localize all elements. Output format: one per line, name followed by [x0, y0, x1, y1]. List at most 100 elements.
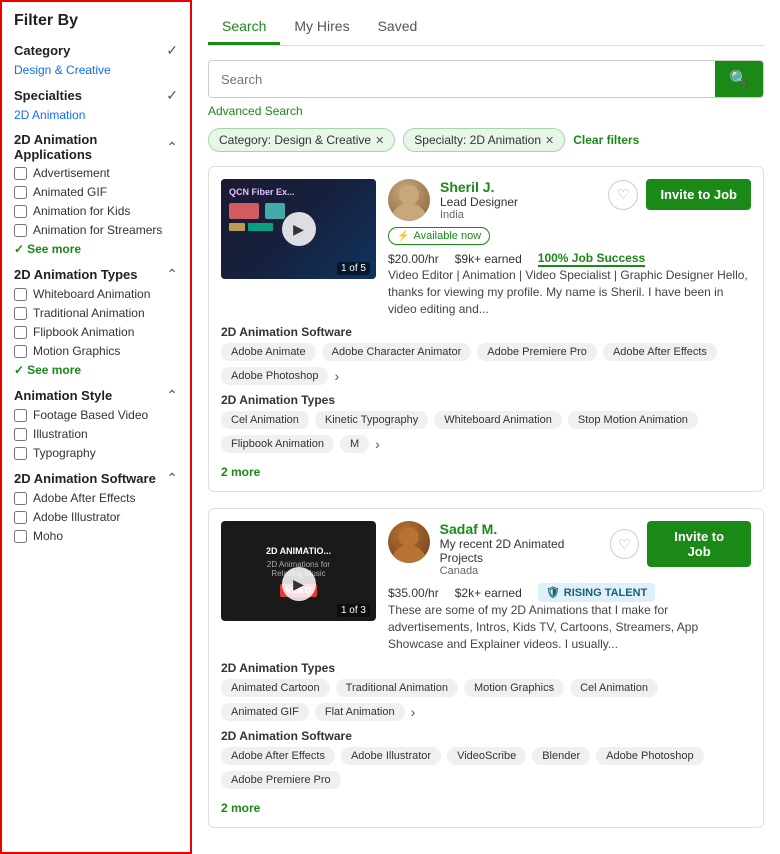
tag-after-effects-s: Adobe After Effects [221, 747, 335, 765]
category-header[interactable]: Category ✓ [14, 42, 178, 59]
checkbox-whiteboard[interactable]: Whiteboard Animation [14, 287, 178, 301]
card-video-sadaf[interactable]: 2D ANIMATIO... 2D Animations forRelaxing… [221, 521, 376, 621]
tab-saved[interactable]: Saved [364, 10, 432, 45]
stats-row-sadaf: $35.00/hr $2k+ earned 🛡 RISING TALENT [388, 583, 751, 602]
card-video-sheril[interactable]: QCN Fiber Ex... ▶ 1 of 5 [221, 179, 376, 279]
tag-flat-animation: Flat Animation [315, 703, 405, 721]
after-effects-checkbox[interactable] [14, 492, 27, 505]
clear-filters-link[interactable]: Clear filters [573, 133, 639, 147]
tag-motion-graphics: Motion Graphics [464, 679, 564, 697]
applications-see-more[interactable]: See more [14, 242, 178, 256]
animation-kids-checkbox[interactable] [14, 205, 27, 218]
tag-videoscribe: VideoScribe [447, 747, 526, 765]
search-input[interactable] [209, 61, 715, 97]
motion-graphics-checkbox[interactable] [14, 345, 27, 358]
tab-search[interactable]: Search [208, 10, 280, 45]
invite-button-sadaf[interactable]: Invite to Job [647, 521, 751, 567]
card-info-sadaf: Sadaf M. My recent 2D Animated Projects … [388, 521, 751, 652]
avatar-sadaf [388, 521, 430, 563]
advertisement-checkbox[interactable] [14, 167, 27, 180]
pill-label: Category: Design & Creative [219, 133, 371, 147]
animation-streamers-checkbox[interactable] [14, 224, 27, 237]
freelancer-title-sadaf: My recent 2D Animated Projects [440, 537, 610, 565]
types-tags-sheril: Cel Animation Kinetic Typography Whitebo… [221, 411, 751, 453]
chevron-up-icon: ⌃ [166, 470, 178, 487]
chevron-up-icon: ⌃ [166, 387, 178, 404]
remove-pill-category[interactable]: ✕ [375, 134, 384, 147]
tag-illustrator-s: Adobe Illustrator [341, 747, 441, 765]
earned-sheril: $9k+ earned [455, 252, 522, 266]
whiteboard-checkbox[interactable] [14, 288, 27, 301]
video-text-sadaf: 2D ANIMATIO... [266, 546, 331, 556]
animated-gif-checkbox[interactable] [14, 186, 27, 199]
card-info-top-sadaf: Sadaf M. My recent 2D Animated Projects … [388, 521, 751, 577]
avatar-sheril [388, 179, 430, 221]
more-types-arrow-sadaf[interactable]: › [411, 704, 416, 720]
applications-section: 2D Animation Applications ⌃ Advertisemen… [14, 132, 178, 256]
applications-header[interactable]: 2D Animation Applications ⌃ [14, 132, 178, 162]
software-label-sadaf: 2D Animation Software [221, 729, 751, 743]
rising-talent-badge: 🛡 RISING TALENT [538, 583, 655, 602]
tag-stop-motion: Stop Motion Animation [568, 411, 698, 429]
tag-traditional-animation: Traditional Animation [336, 679, 458, 697]
remove-pill-specialty[interactable]: ✕ [545, 134, 554, 147]
typography-checkbox[interactable] [14, 447, 27, 460]
style-header[interactable]: Animation Style ⌃ [14, 387, 178, 404]
checkbox-illustration[interactable]: Illustration [14, 427, 178, 441]
freelancer-name-sheril[interactable]: Sheril J. [440, 179, 518, 195]
advanced-search-link[interactable]: Advanced Search [208, 104, 764, 118]
checkbox-motion-graphics[interactable]: Motion Graphics [14, 344, 178, 358]
card-top-sadaf: 2D ANIMATIO... 2D Animations forRelaxing… [221, 521, 751, 652]
types-label-sheril: 2D Animation Types [221, 393, 751, 407]
available-badge-sheril: Available now [388, 227, 490, 245]
checkbox-typography[interactable]: Typography [14, 446, 178, 460]
filter-pill-specialty[interactable]: Specialty: 2D Animation ✕ [403, 128, 565, 152]
checkbox-traditional[interactable]: Traditional Animation [14, 306, 178, 320]
search-button[interactable]: 🔍 [715, 61, 763, 97]
tag-premiere-pro-s: Adobe Premiere Pro [221, 771, 341, 789]
more-count-sheril[interactable]: 2 more [221, 465, 751, 479]
specialties-section: Specialties ✓ 2D Animation [14, 87, 178, 122]
category-section: Category ✓ Design & Creative [14, 42, 178, 77]
freelancer-location-sadaf: Canada [440, 565, 610, 577]
checkbox-moho[interactable]: Moho [14, 529, 178, 543]
rate-sheril: $20.00/hr [388, 252, 439, 266]
slide-count-sadaf: 1 of 3 [337, 604, 370, 617]
traditional-checkbox[interactable] [14, 307, 27, 320]
play-button-sadaf[interactable]: ▶ [282, 567, 316, 601]
tab-my-hires[interactable]: My Hires [280, 10, 363, 45]
checkbox-flipbook[interactable]: Flipbook Animation [14, 325, 178, 339]
checkbox-after-effects[interactable]: Adobe After Effects [14, 491, 178, 505]
illustration-checkbox[interactable] [14, 428, 27, 441]
checkbox-advertisement[interactable]: Advertisement [14, 166, 178, 180]
more-software-arrow[interactable]: › [334, 368, 339, 384]
checkbox-animated-gif[interactable]: Animated GIF [14, 185, 178, 199]
card-info-top-sheril: Sheril J. Lead Designer India ♡ Invite t… [388, 179, 751, 221]
play-button-sheril[interactable]: ▶ [282, 212, 316, 246]
checkbox-animation-kids[interactable]: Animation for Kids [14, 204, 178, 218]
checkbox-illustrator[interactable]: Adobe Illustrator [14, 510, 178, 524]
types-see-more[interactable]: See more [14, 363, 178, 377]
moho-checkbox[interactable] [14, 530, 27, 543]
types-header[interactable]: 2D Animation Types ⌃ [14, 266, 178, 283]
specialties-header[interactable]: Specialties ✓ [14, 87, 178, 104]
filter-pill-category[interactable]: Category: Design & Creative ✕ [208, 128, 395, 152]
applications-label: 2D Animation Applications [14, 132, 166, 162]
freelancer-title-sheril: Lead Designer [440, 195, 518, 209]
checkbox-footage[interactable]: Footage Based Video [14, 408, 178, 422]
heart-button-sheril[interactable]: ♡ [608, 180, 638, 210]
checkbox-animation-streamers[interactable]: Animation for Streamers [14, 223, 178, 237]
software-header[interactable]: 2D Animation Software ⌃ [14, 470, 178, 487]
types-section-sheril: 2D Animation Types Cel Animation Kinetic… [221, 393, 751, 453]
more-types-arrow[interactable]: › [375, 436, 380, 452]
software-label-sheril: 2D Animation Software [221, 325, 751, 339]
illustrator-checkbox[interactable] [14, 511, 27, 524]
heart-button-sadaf[interactable]: ♡ [610, 529, 640, 559]
freelancer-name-sadaf[interactable]: Sadaf M. [440, 521, 610, 537]
more-count-sadaf[interactable]: 2 more [221, 801, 751, 815]
freelancer-identity-sadaf: Sadaf M. My recent 2D Animated Projects … [388, 521, 610, 577]
footage-checkbox[interactable] [14, 409, 27, 422]
category-label: Category [14, 43, 70, 58]
flipbook-checkbox[interactable] [14, 326, 27, 339]
invite-button-sheril[interactable]: Invite to Job [646, 179, 751, 210]
